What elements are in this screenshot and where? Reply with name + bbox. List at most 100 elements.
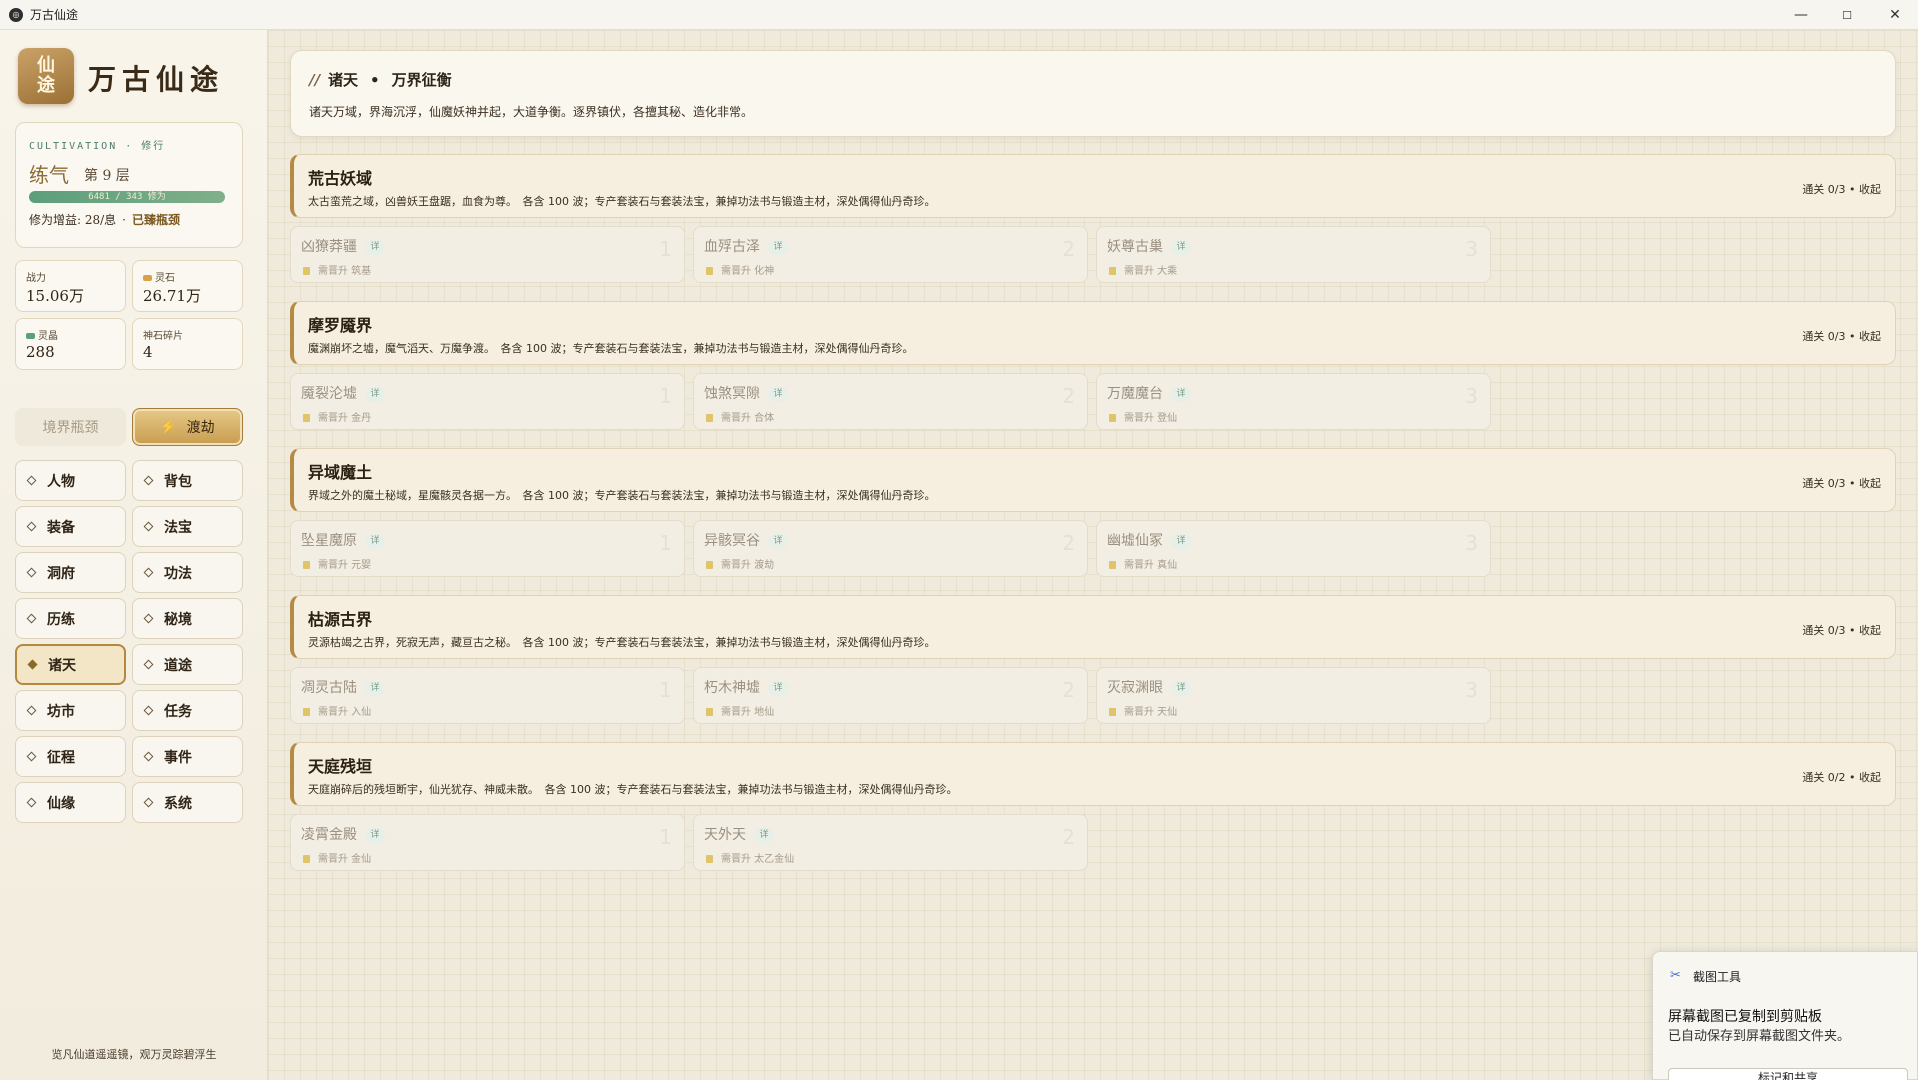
stage-card[interactable]: 妖尊古巢详需晋升 大乘 3 — [1096, 226, 1491, 283]
diamond-icon — [26, 521, 37, 532]
detail-badge[interactable]: 详 — [768, 533, 788, 549]
minimize-button[interactable]: — — [1778, 0, 1824, 30]
region-header[interactable]: 天庭残垣 天庭崩碎后的残垣断宇，仙光犹存、神威未散。 各含 100 波；专产套装石… — [290, 742, 1896, 806]
diamond-icon — [26, 751, 37, 762]
diamond-icon — [143, 567, 154, 578]
requirement-text: 需晋升 天仙 — [1124, 707, 1178, 718]
lock-icon — [1109, 414, 1116, 422]
detail-badge[interactable]: 详 — [365, 827, 385, 843]
region-header[interactable]: 枯源古界 灵源枯竭之古界，死寂无声，藏亘古之秘。 各含 100 波；专产套装石与套… — [290, 595, 1896, 659]
region-header[interactable]: 荒古妖域 太古蛮荒之域，凶兽妖王盘踞，血食为尊。 各含 100 波；专产套装石与套… — [290, 154, 1896, 218]
lock-icon — [303, 267, 310, 275]
nav-journey[interactable]: 征程 — [15, 736, 126, 777]
nav-secret-realm[interactable]: 秘境 — [132, 598, 243, 639]
close-button[interactable]: ✕ — [1872, 0, 1918, 30]
region-description: 界域之外的魔土秘域，星魔骸灵各据一方。 各含 100 波；专产套装石与套装法宝，… — [308, 489, 936, 502]
stage-name: 血殍古泽详 — [704, 236, 788, 256]
region-header[interactable]: 异域魔土界域之外的魔土秘域，星魔骸灵各据一方。 各含 100 波；专产套装石与套… — [290, 448, 1896, 512]
region-progress-toggle[interactable]: 通关 0/2 • 收起 — [1802, 769, 1881, 785]
title-separator: • — [369, 71, 380, 89]
detail-badge[interactable]: 详 — [754, 827, 774, 843]
nav-label: 历练 — [47, 611, 75, 628]
stage-number: 3 — [1465, 384, 1478, 408]
stage-name: 幽墟仙冢详 — [1107, 530, 1191, 550]
maximize-button[interactable]: ☐ — [1824, 0, 1870, 30]
nav-label: 事件 — [164, 749, 192, 766]
nav-market[interactable]: 坊市 — [15, 690, 126, 731]
region-progress-toggle[interactable]: 通关 0/3 • 收起 — [1802, 475, 1881, 491]
diamond-icon — [143, 659, 154, 670]
nav-dao-path[interactable]: 道途 — [132, 644, 243, 685]
stage-number: 2 — [1062, 678, 1075, 702]
region-name: 异域魔土 — [308, 463, 373, 482]
stat-spirit-stone: 灵石 26.71万 — [132, 260, 243, 312]
nav-technique[interactable]: 功法 — [132, 552, 243, 593]
toast-body: 已自动保存到屏幕截图文件夹。 — [1668, 1029, 1851, 1044]
requirement-text: 需晋升 入仙 — [318, 707, 372, 718]
detail-badge[interactable]: 详 — [1171, 239, 1191, 255]
stage-card[interactable]: 万魔魔台详需晋升 登仙 3 — [1096, 373, 1491, 430]
nav-tasks[interactable]: 任务 — [132, 690, 243, 731]
region-progress-toggle[interactable]: 通关 0/3 • 收起 — [1802, 622, 1881, 638]
nav-training[interactable]: 历练 — [15, 598, 126, 639]
detail-badge[interactable]: 详 — [1171, 533, 1191, 549]
nav-equipment[interactable]: 装备 — [15, 506, 126, 547]
stage-card[interactable]: 天外天详需晋升 太乙金仙 2 — [693, 814, 1088, 871]
stage-card[interactable]: 异骸冥谷详需晋升 渡劫 2 — [693, 520, 1088, 577]
nav-events[interactable]: 事件 — [132, 736, 243, 777]
detail-badge[interactable]: 详 — [365, 533, 385, 549]
stage-name: 妖尊古巢详 — [1107, 236, 1191, 256]
nav-heavens[interactable]: 诸天 — [15, 644, 126, 685]
nav-fate[interactable]: 仙缘 — [15, 782, 126, 823]
nav-person[interactable]: 人物 — [15, 460, 126, 501]
nav-system[interactable]: 系统 — [132, 782, 243, 823]
sidebar: 仙途 万古仙途 CULTIVATION · 修行 练气 第 9 层 6481 /… — [0, 30, 268, 1080]
stage-card[interactable]: 朽木神墟详需晋升 地仙 2 — [693, 667, 1088, 724]
detail-badge[interactable]: 详 — [768, 239, 788, 255]
stage-card[interactable]: 灭寂渊眼详需晋升 天仙 3 — [1096, 667, 1491, 724]
nav-treasure[interactable]: 法宝 — [132, 506, 243, 547]
stage-number: 3 — [1465, 531, 1478, 555]
detail-badge[interactable]: 详 — [365, 680, 385, 696]
stage-name: 万魔魔台详 — [1107, 383, 1191, 403]
nav-bag[interactable]: 背包 — [132, 460, 243, 501]
stage-number: 3 — [1465, 678, 1478, 702]
app-logo: 仙途 — [18, 48, 74, 104]
region-progress-toggle[interactable]: 通关 0/3 • 收起 — [1802, 181, 1881, 197]
stage-card[interactable]: 蚀煞冥隙详需晋升 合体 2 — [693, 373, 1088, 430]
stage-card[interactable]: 凌霄金殿详需晋升 金仙 1 — [290, 814, 685, 871]
stage-name: 魇裂沦墟详 — [301, 383, 385, 403]
tribulation-button[interactable]: ⚡ 渡劫 — [132, 408, 243, 446]
stage-name: 天外天详 — [704, 824, 774, 844]
stage-requirement: 需晋升 金丹 — [303, 409, 371, 424]
detail-badge[interactable]: 详 — [1171, 680, 1191, 696]
stage-number: 3 — [1465, 237, 1478, 261]
detail-badge[interactable]: 详 — [768, 386, 788, 402]
stage-requirement: 需晋升 金仙 — [303, 850, 371, 865]
stage-number: 1 — [659, 825, 672, 849]
detail-badge[interactable]: 详 — [768, 680, 788, 696]
detail-badge[interactable]: 详 — [365, 239, 385, 255]
markup-share-button[interactable]: 标记和共享 — [1668, 1068, 1908, 1080]
screenshot-toast[interactable]: ✂ 截图工具 屏幕截图已复制到剪贴板 已自动保存到屏幕截图文件夹。 标记和共享 — [1652, 951, 1918, 1080]
nav-label: 诸天 — [48, 657, 76, 674]
region-name: 摩罗魇界 — [308, 316, 373, 335]
detail-badge[interactable]: 详 — [1171, 386, 1191, 402]
stage-card[interactable]: 凋灵古陆详需晋升 入仙 1 — [290, 667, 685, 724]
stage-name-text: 天外天 — [704, 827, 746, 843]
stage-card[interactable]: 血殍古泽详需晋升 化神 2 — [693, 226, 1088, 283]
stage-card[interactable]: 幽墟仙冢详需晋升 真仙 3 — [1096, 520, 1491, 577]
cultivation-progress-bar: 6481 / 343 修为 — [29, 191, 225, 203]
detail-badge[interactable]: 详 — [365, 386, 385, 402]
nav-cave[interactable]: 洞府 — [15, 552, 126, 593]
realm-bottleneck-button[interactable]: 境界瓶颈 — [15, 408, 126, 446]
diamond-icon — [143, 521, 154, 532]
stage-card[interactable]: 坠星魔原详需晋升 元婴 1 — [290, 520, 685, 577]
requirement-text: 需晋升 太乙金仙 — [721, 854, 795, 865]
nav-label: 洞府 — [47, 565, 75, 582]
cultivation-progress-text: 6481 / 343 修为 — [88, 192, 166, 202]
stage-card[interactable]: 魇裂沦墟详需晋升 金丹 1 — [290, 373, 685, 430]
stage-card[interactable]: 凶獠莽疆详需晋升 筑基 1 — [290, 226, 685, 283]
region-progress-toggle[interactable]: 通关 0/3 • 收起 — [1802, 328, 1881, 344]
region-header[interactable]: 摩罗魇界 魔渊崩坏之墟，魔气滔天、万魔争渡。 各含 100 波；专产套装石与套装法… — [290, 301, 1896, 365]
